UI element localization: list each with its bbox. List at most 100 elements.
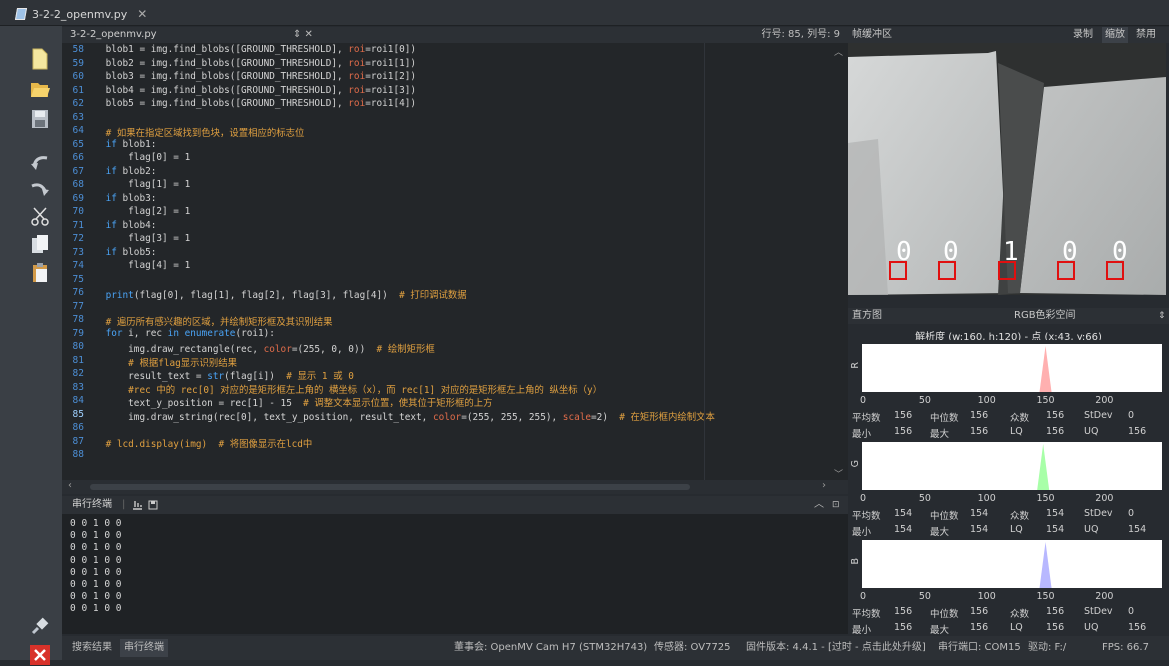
histogram-plot <box>862 442 1162 490</box>
axis-tick-label: 150 <box>1036 591 1055 602</box>
stat-label: StDev <box>1084 508 1113 519</box>
framebuffer-image[interactable]: 0 0 1 0 0 <box>848 43 1166 295</box>
stat-value: 154 <box>894 508 913 519</box>
framebuffer-title: 帧缓冲区 <box>852 29 892 40</box>
editor-header: 3-2-2_openmv.py ⇕ ✕ 行号: 85, 列号: 9 <box>62 27 848 43</box>
editor-margin-line <box>704 43 705 480</box>
code-line[interactable]: blob1 = img.find_blobs([GROUND_THRESHOLD… <box>83 44 416 55</box>
code-line[interactable]: if blob5: <box>83 247 157 258</box>
stat-label: 中位数 <box>930 511 959 522</box>
file-selector-arrows[interactable]: ⇕ ✕ <box>293 27 313 43</box>
save-icon[interactable] <box>30 108 50 130</box>
histogram-g: G 0 50 100 150 200 平均数 154 中位数 154 众数 154 StDev 0 最小 15… <box>848 438 1169 544</box>
stat-value: 156 <box>894 410 913 421</box>
code-line[interactable]: if blob2: <box>83 166 157 177</box>
histogram-title: 直方图 <box>852 310 882 321</box>
stat-value: 154 <box>970 524 989 535</box>
code-line[interactable]: result_text = str(flag[i]) # 显示 1 或 0 <box>83 368 354 382</box>
clear-terminal-icon[interactable] <box>132 500 143 510</box>
line-number: 87 <box>72 435 84 447</box>
stat-value: 154 <box>1046 508 1065 519</box>
histogram-plot <box>862 540 1162 588</box>
code-line[interactable]: # 根据flag显示识别结果 <box>83 355 237 369</box>
code-line[interactable]: flag[2] = 1 <box>83 206 190 217</box>
code-line[interactable]: # 遍历所有感兴趣的区域，并绘制矩形框及其识别结果 <box>83 314 333 328</box>
code-line[interactable]: img.draw_string(rec[0], text_y_position,… <box>83 409 715 423</box>
float-terminal-icon[interactable]: ⊡ <box>832 496 840 514</box>
code-line[interactable]: blob4 = img.find_blobs([GROUND_THRESHOLD… <box>83 85 416 96</box>
scroll-left-icon[interactable]: ‹ <box>68 480 72 491</box>
undo-icon[interactable] <box>30 152 50 174</box>
code-editor[interactable]: 58 59 60 61 62 63 64 65 66 67 68 69 70 71 72 73 74 75 76 77… <box>62 43 848 480</box>
code-line[interactable]: for i, rec in enumerate(roi1): <box>83 328 275 339</box>
scroll-up-icon[interactable]: ︿ <box>834 45 843 58</box>
serial-terminal-tab[interactable]: 串行终端 <box>120 639 168 657</box>
copy-icon[interactable] <box>30 234 50 256</box>
histogram-plot <box>862 344 1162 392</box>
python-file-icon <box>14 8 28 20</box>
code-line[interactable]: flag[4] = 1 <box>83 260 190 271</box>
histogram-peak <box>1037 444 1050 490</box>
code-line[interactable]: if blob4: <box>83 220 157 231</box>
editor-horizontal-scrollbar[interactable]: ‹ › <box>62 480 848 494</box>
code-line[interactable]: if blob1: <box>83 139 157 150</box>
serial-terminal-output[interactable]: 0 0 1 0 00 0 1 0 00 0 1 0 00 0 1 0 00 0 … <box>62 514 848 634</box>
colorspace-select[interactable]: RGB色彩空间 <box>1014 308 1076 324</box>
close-tab-icon[interactable]: ✕ <box>137 7 147 21</box>
code-line[interactable]: # 如果在指定区域找到色块，设置相应的标志位 <box>83 125 305 139</box>
collapse-terminal-icon[interactable]: ︿ <box>814 496 824 514</box>
search-results-tab[interactable]: 搜索结果 <box>72 636 112 660</box>
axis-tick-label: 200 <box>1095 395 1114 406</box>
horizontal-scroll-thumb[interactable] <box>90 484 690 490</box>
connect-icon[interactable] <box>30 614 50 636</box>
stat-value: 0 <box>1128 508 1135 519</box>
editor-vertical-scrollbar[interactable]: ︿ ﹀ <box>830 43 848 480</box>
stat-label: StDev <box>1084 410 1113 421</box>
code-line[interactable]: blob3 = img.find_blobs([GROUND_THRESHOLD… <box>83 71 416 82</box>
new-file-icon[interactable] <box>30 48 50 70</box>
stat-label: LQ <box>1010 524 1023 535</box>
scroll-down-icon[interactable]: ﹀ <box>834 467 843 480</box>
line-number: 70 <box>72 206 84 217</box>
axis-tick-label: 100 <box>977 591 996 602</box>
terminal-line: 0 0 1 0 0 <box>70 603 122 615</box>
framebuffer-header: 帧缓冲区 录制 缩放 禁用 <box>848 27 1169 43</box>
cut-icon[interactable] <box>30 206 50 228</box>
file-tab[interactable]: 3-2-2_openmv.py ✕ <box>14 5 147 23</box>
line-number: 68 <box>72 179 84 190</box>
scroll-right-icon[interactable]: › <box>822 480 826 491</box>
save-terminal-icon[interactable] <box>148 500 158 510</box>
stat-label: 最小 <box>852 625 872 636</box>
record-button[interactable]: 录制 <box>1073 27 1093 43</box>
colorspace-arrows-icon[interactable]: ⇕ <box>1158 308 1166 324</box>
code-line[interactable]: flag[0] = 1 <box>83 152 190 163</box>
stat-value: 156 <box>1128 426 1147 437</box>
stat-value: 156 <box>1046 622 1065 633</box>
disable-button[interactable]: 禁用 <box>1136 27 1156 43</box>
code-line[interactable]: flag[3] = 1 <box>83 233 190 244</box>
stat-value: 0 <box>1128 606 1135 617</box>
code-line[interactable]: print(flag[0], flag[1], flag[2], flag[3]… <box>83 287 467 301</box>
code-line[interactable]: text_y_position = rec[1] - 15 # 调整文本显示位置… <box>83 395 492 409</box>
serial-terminal-title: 串行终端 <box>72 499 112 510</box>
line-number: 71 <box>72 219 84 231</box>
stop-icon[interactable] <box>30 644 50 666</box>
code-line[interactable]: flag[1] = 1 <box>83 179 190 190</box>
axis-tick-label: 50 <box>918 591 931 602</box>
code-line[interactable]: blob2 = img.find_blobs([GROUND_THRESHOLD… <box>83 58 416 69</box>
fps-info: FPS: 66.7 <box>1102 642 1149 653</box>
terminal-line: 0 0 1 0 0 <box>70 566 122 578</box>
code-line[interactable]: blob5 = img.find_blobs([GROUND_THRESHOLD… <box>83 98 416 109</box>
code-line[interactable]: img.draw_rectangle(rec, color=(255, 0, 0… <box>83 341 435 355</box>
status-bar: 搜索结果 串行终端 董事会: OpenMV Cam H7 (STM32H743)… <box>62 636 1169 660</box>
redo-icon[interactable] <box>30 178 50 200</box>
terminal-line: 0 0 1 0 0 <box>70 591 122 603</box>
paste-icon[interactable] <box>30 262 50 284</box>
firmware-info[interactable]: 固件版本: 4.4.1 - [过时 - 点击此处升级] <box>746 636 926 660</box>
zoom-button[interactable]: 缩放 <box>1102 27 1128 43</box>
open-folder-icon[interactable] <box>30 78 50 100</box>
code-line[interactable]: # lcd.display(img) # 将图像显示在lcd中 <box>83 436 313 450</box>
code-line[interactable]: if blob3: <box>83 193 157 204</box>
editor-file-selector[interactable]: 3-2-2_openmv.py <box>70 27 157 43</box>
code-line[interactable]: #rec 中的 rec[0] 对应的是矩形框左上角的 横坐标（x），而 rec[… <box>83 382 602 396</box>
